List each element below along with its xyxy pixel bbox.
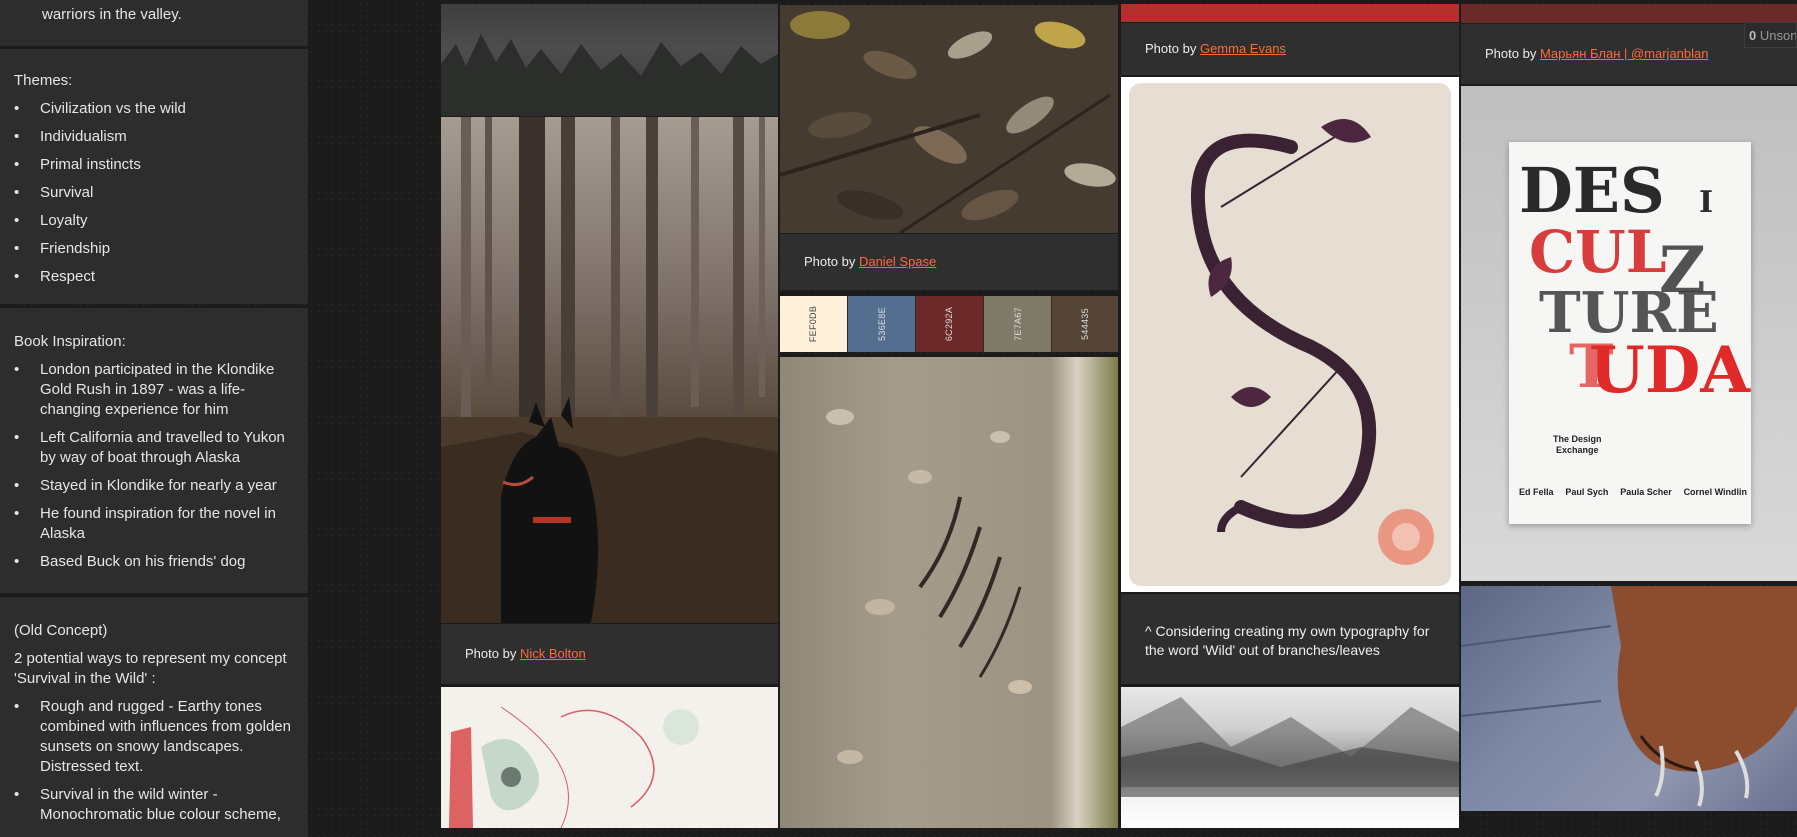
unsorted-counter[interactable]: 0 Unsort	[1744, 22, 1797, 48]
mountains-graphic	[1121, 697, 1459, 797]
photo-credit-nick: Photo by Nick Bolton	[441, 624, 778, 684]
design-culture-poster-image[interactable]: DES I CUL Z TURE UDA T The Design Exchan…	[1461, 86, 1797, 581]
list-item: Loyalty	[14, 211, 294, 231]
photo-by-label: Photo by	[1145, 41, 1197, 56]
photographer-link[interactable]: Gemma Evans	[1200, 41, 1286, 56]
old-concept-list: Rough and rugged - Earthy tones combined…	[14, 697, 294, 825]
list-item: London participated in the Klondike Gold…	[14, 360, 294, 420]
photo-by-label: Photo by	[465, 646, 517, 661]
fallen-leaves-image[interactable]	[780, 5, 1118, 233]
palette-swatch[interactable]: 536E8E	[848, 296, 915, 352]
swatch-hex: 6C292A	[944, 306, 955, 342]
svg-text:I: I	[1699, 185, 1713, 220]
speaker-name: Ed Fella	[1519, 487, 1554, 497]
black-dog-forest-image[interactable]	[441, 117, 778, 623]
list-item: Primal instincts	[14, 155, 294, 175]
branch-letter-s-image[interactable]	[1121, 77, 1459, 592]
color-palette[interactable]: FEF0DB 536E8E 6C292A 7E7A67 544435	[780, 296, 1118, 352]
photo-by-label: Photo by	[1485, 46, 1537, 61]
note-card-inspiration: Book Inspiration: London participated in…	[0, 308, 308, 593]
photographer-link[interactable]: Марьян Блан | @marjanblan	[1540, 46, 1709, 61]
poster-line: Exchange	[1555, 445, 1599, 455]
claw-marked-bark-image[interactable]	[780, 357, 1118, 828]
poster-letterpress-graphic: DES I CUL Z TURE UDA T	[1519, 154, 1751, 402]
inspiration-title: Book Inspiration:	[14, 333, 126, 350]
list-item: Survival	[14, 183, 294, 203]
animal-paw-image[interactable]	[1461, 586, 1797, 811]
snowy-valley-image[interactable]	[1121, 687, 1459, 828]
inspiration-list: London participated in the Klondike Gold…	[14, 360, 294, 572]
svg-text:T: T	[1569, 332, 1614, 402]
list-item: Rough and rugged - Earthy tones combined…	[14, 697, 294, 777]
svg-text:CUL: CUL	[1529, 218, 1667, 286]
palette-swatch[interactable]: 7E7A67	[984, 296, 1051, 352]
list-item: Stayed in Klondike for nearly a year	[14, 476, 294, 496]
red-texture-image[interactable]	[1121, 4, 1459, 22]
poster-sheet: DES I CUL Z TURE UDA T The Design Exchan…	[1509, 142, 1751, 524]
watercolor-graphic	[449, 706, 699, 828]
speaker-name: Paula Scher	[1620, 487, 1672, 497]
note-text: warriors in the valley.	[42, 6, 182, 23]
typography-note: ^ Considering creating my own typography…	[1121, 594, 1459, 684]
themes-title: Themes:	[14, 72, 73, 89]
bark-graphic	[826, 409, 1032, 764]
paw-graphic	[1461, 586, 1797, 807]
poster-line: The Design	[1553, 434, 1602, 444]
note-text: ^ Considering creating my own typography…	[1145, 623, 1430, 658]
list-item: Survival in the wild winter - Monochroma…	[14, 785, 294, 825]
themes-list: Civilization vs the wild Individualism P…	[14, 99, 294, 287]
old-concept-title: (Old Concept)	[14, 622, 108, 639]
palette-swatch[interactable]: FEF0DB	[780, 296, 847, 352]
poster-event-title: The Design Exchange	[1553, 434, 1602, 456]
list-item: Civilization vs the wild	[14, 99, 294, 119]
photographer-link[interactable]: Daniel Spase	[859, 254, 936, 269]
speaker-name: Cornel Windlin	[1683, 487, 1747, 497]
treeline-graphic	[441, 34, 778, 116]
note-card-intro: warriors in the valley.	[0, 0, 308, 46]
photo-credit-gemma: Photo by Gemma Evans	[1121, 23, 1459, 75]
svg-text:DES: DES	[1519, 154, 1665, 227]
speaker-name: Paul Sych	[1565, 487, 1609, 497]
list-item: Left California and travelled to Yukon b…	[14, 428, 294, 468]
palette-swatch[interactable]: 6C292A	[916, 296, 983, 352]
leaves-graphic	[780, 11, 1116, 233]
old-concept-intro: 2 potential ways to represent my concept…	[14, 650, 287, 687]
list-item: Based Buck on his friends' dog	[14, 552, 294, 572]
list-item: Individualism	[14, 127, 294, 147]
list-item: Friendship	[14, 239, 294, 259]
swatch-hex: FEF0DB	[808, 305, 819, 343]
note-card-old-concept: (Old Concept) 2 potential ways to repres…	[0, 597, 308, 837]
unsorted-label: Unsort	[1759, 28, 1797, 43]
list-item: He found inspiration for the novel in Al…	[14, 504, 294, 544]
poster-speakers: Ed Fella Paul Sych Paula Scher Cornel Wi…	[1519, 487, 1747, 497]
dog-photo-graphic	[441, 117, 778, 623]
unsorted-count: 0	[1749, 28, 1757, 43]
swatch-hex: 544435	[1080, 308, 1090, 340]
watercolor-art-image[interactable]	[441, 687, 778, 828]
list-item: Respect	[14, 267, 294, 287]
red-fur-image[interactable]	[1461, 4, 1797, 23]
note-card-themes: Themes: Civilization vs the wild Individ…	[0, 49, 308, 304]
photographer-link[interactable]: Nick Bolton	[520, 646, 586, 661]
forest-canopy-image[interactable]	[441, 4, 778, 116]
photo-by-label: Photo by	[804, 254, 856, 269]
branch-s-graphic	[1129, 83, 1451, 586]
swatch-hex: 7E7A67	[1012, 307, 1023, 341]
photo-credit-daniel: Photo by Daniel Spase	[780, 234, 1118, 290]
palette-swatch[interactable]: 544435	[1052, 296, 1118, 352]
swatch-hex: 536E8E	[876, 307, 887, 341]
